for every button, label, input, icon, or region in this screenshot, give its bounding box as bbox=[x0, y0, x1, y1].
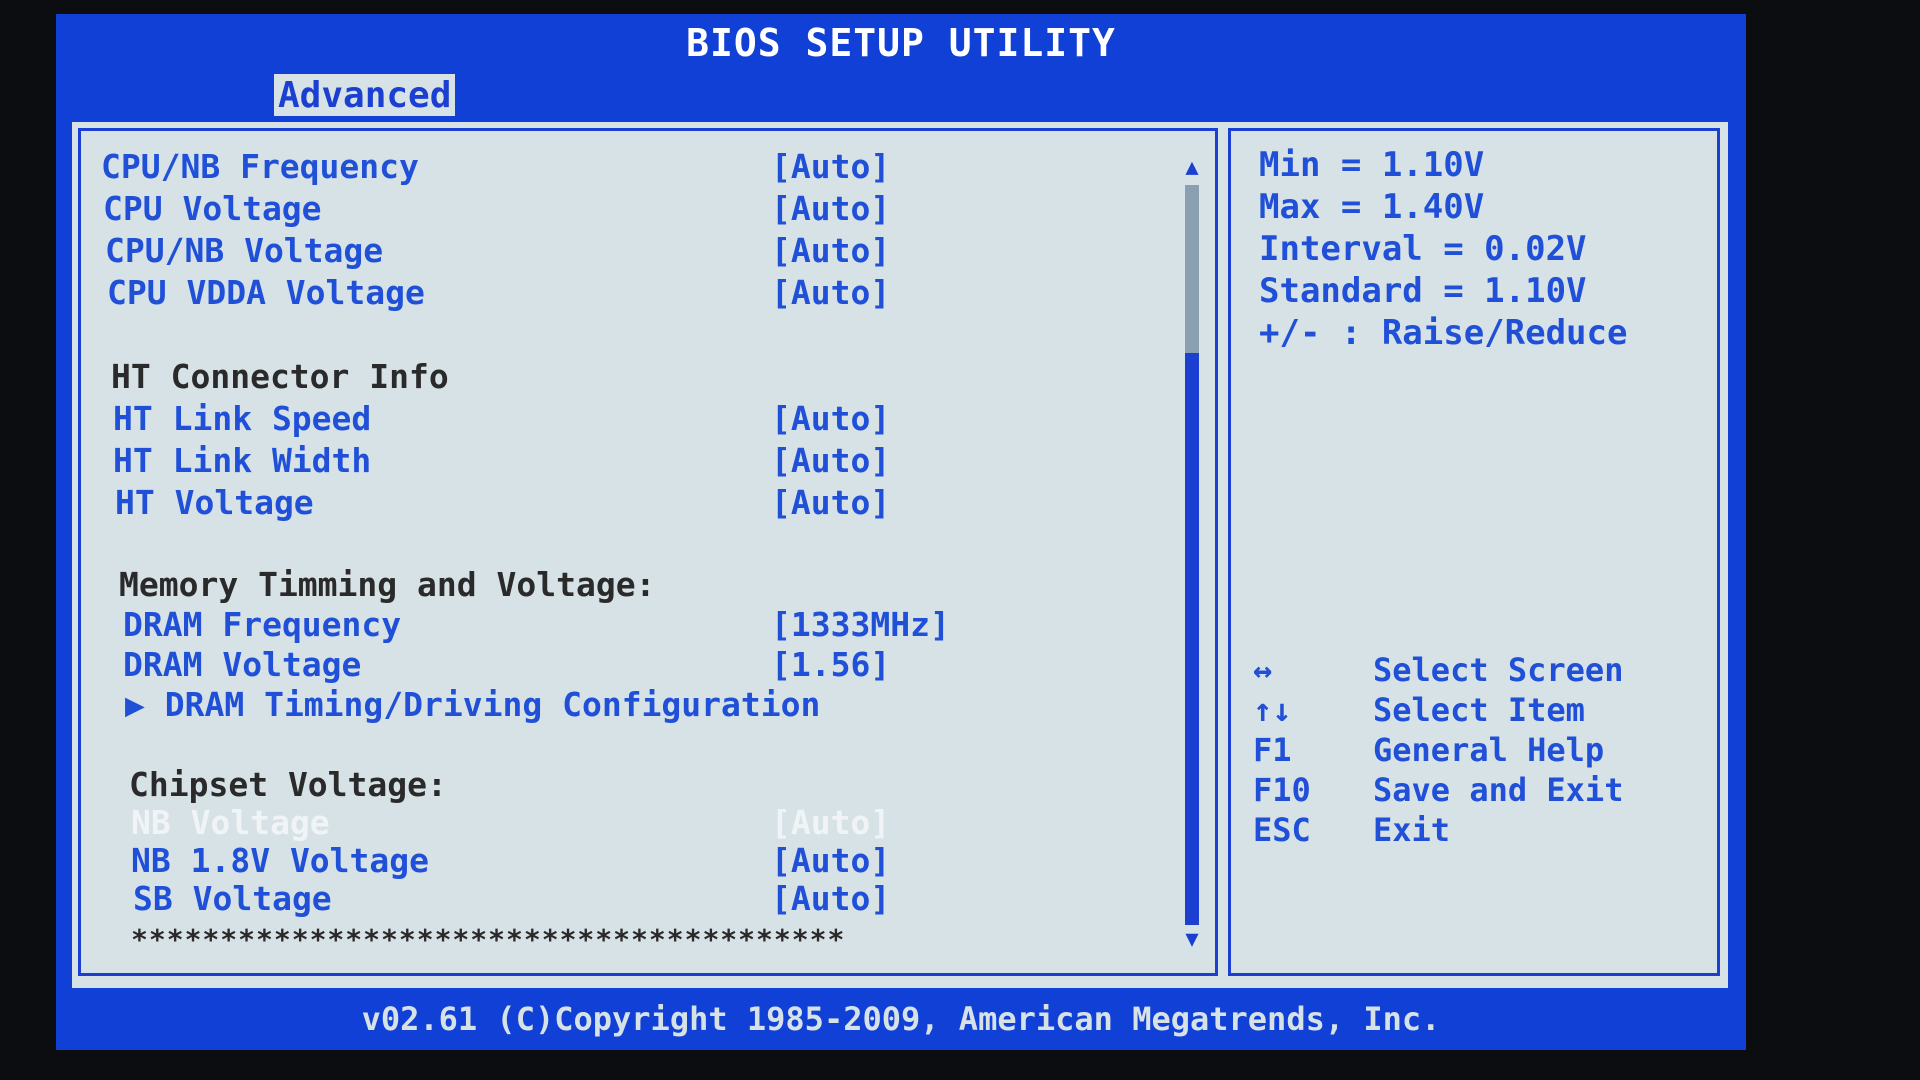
key-legend-exit: ESC Exit bbox=[1253, 811, 1713, 851]
scrollbar[interactable]: ▲ ▼ bbox=[1181, 155, 1203, 955]
setting-value[interactable]: [Auto] bbox=[771, 231, 890, 270]
setting-value[interactable]: [Auto] bbox=[771, 483, 890, 522]
settings-panel: CPU/NB Frequency [Auto] CPU Voltage [Aut… bbox=[78, 128, 1218, 976]
help-standard: Standard = 1.10V bbox=[1259, 271, 1587, 311]
help-max: Max = 1.40V bbox=[1259, 187, 1485, 227]
setting-ht-voltage[interactable]: HT Voltage [Auto] bbox=[81, 483, 1215, 523]
setting-dram-frequency[interactable]: DRAM Frequency [1333MHz] bbox=[81, 605, 1215, 645]
setting-label: HT Voltage bbox=[115, 483, 314, 522]
key-description: Save and Exit bbox=[1373, 771, 1624, 809]
setting-value[interactable]: [1.56] bbox=[771, 645, 890, 684]
section-title: HT Connector Info bbox=[111, 357, 449, 396]
help-min: Min = 1.10V bbox=[1259, 145, 1485, 185]
copyright-footer: v02.61 (C)Copyright 1985-2009, American … bbox=[361, 1000, 1441, 1038]
section-header-memory: Memory Timming and Voltage: bbox=[81, 565, 1215, 605]
content-area: CPU/NB Frequency [Auto] CPU Voltage [Aut… bbox=[72, 122, 1728, 988]
key-description: General Help bbox=[1373, 731, 1605, 769]
setting-label: CPU VDDA Voltage bbox=[107, 273, 425, 312]
scroll-thumb[interactable] bbox=[1185, 185, 1199, 353]
section-header-ht: HT Connector Info bbox=[81, 357, 1215, 397]
key-name: F1 bbox=[1253, 731, 1292, 769]
setting-label: NB Voltage bbox=[131, 803, 330, 842]
key-legend-select-screen: ↔ Select Screen bbox=[1253, 651, 1713, 691]
key-name: F10 bbox=[1253, 771, 1311, 809]
key-name: ESC bbox=[1253, 811, 1311, 849]
setting-label: HT Link Width bbox=[113, 441, 372, 480]
tab-bar: Advanced bbox=[56, 72, 1746, 118]
setting-label: NB 1.8V Voltage bbox=[131, 841, 430, 880]
key-description: Select Item bbox=[1373, 691, 1585, 729]
setting-label: CPU Voltage bbox=[103, 189, 322, 228]
setting-label: DRAM Frequency bbox=[123, 605, 402, 644]
help-raise-reduce: +/- : Raise/Reduce bbox=[1259, 313, 1628, 353]
setting-value[interactable]: [1333MHz] bbox=[771, 605, 950, 644]
setting-label: SB Voltage bbox=[133, 879, 332, 918]
help-interval: Interval = 0.02V bbox=[1259, 229, 1587, 269]
setting-value[interactable]: [Auto] bbox=[771, 273, 890, 312]
left-right-arrow-icon: ↔ bbox=[1253, 651, 1273, 689]
setting-sb-voltage[interactable]: SB Voltage [Auto] bbox=[81, 879, 1215, 919]
setting-value[interactable]: [Auto] bbox=[771, 879, 890, 918]
key-description: Select Screen bbox=[1373, 651, 1624, 689]
setting-label: DRAM Voltage bbox=[123, 645, 362, 684]
setting-cpu-voltage[interactable]: CPU Voltage [Auto] bbox=[81, 189, 1215, 229]
setting-nb-1-8v-voltage[interactable]: NB 1.8V Voltage [Auto] bbox=[81, 841, 1215, 881]
setting-cpu-vdda-voltage[interactable]: CPU VDDA Voltage [Auto] bbox=[81, 273, 1215, 313]
setting-value[interactable]: [Auto] bbox=[771, 147, 890, 186]
setting-cpu-nb-voltage[interactable]: CPU/NB Voltage [Auto] bbox=[81, 231, 1215, 271]
key-legend-save-exit: F10 Save and Exit bbox=[1253, 771, 1713, 811]
bios-title: BIOS SETUP UTILITY bbox=[686, 21, 1116, 65]
tab-advanced[interactable]: Advanced bbox=[274, 74, 456, 116]
key-legend-general-help: F1 General Help bbox=[1253, 731, 1713, 771]
up-down-arrow-icon: ↑↓ bbox=[1253, 691, 1292, 729]
section-header-chipset: Chipset Voltage: bbox=[81, 765, 1215, 805]
separator-line: **************************************** bbox=[131, 923, 846, 956]
key-description: Exit bbox=[1373, 811, 1451, 849]
setting-value[interactable]: [Auto] bbox=[771, 399, 890, 438]
scroll-track[interactable] bbox=[1185, 185, 1199, 925]
setting-value[interactable]: [Auto] bbox=[771, 441, 890, 480]
scroll-down-arrow-icon[interactable]: ▼ bbox=[1181, 927, 1203, 952]
setting-ht-link-speed[interactable]: HT Link Speed [Auto] bbox=[81, 399, 1215, 439]
bios-screen: BIOS SETUP UTILITY Advanced CPU/NB Frequ… bbox=[56, 14, 1746, 1050]
submenu-dram-timing[interactable]: ▶ DRAM Timing/Driving Configuration bbox=[81, 685, 1215, 725]
section-title: Chipset Voltage: bbox=[129, 765, 447, 804]
setting-label: CPU/NB Frequency bbox=[101, 147, 419, 186]
setting-label: HT Link Speed bbox=[113, 399, 372, 438]
submenu-label: ▶ DRAM Timing/Driving Configuration bbox=[125, 685, 821, 724]
scroll-up-arrow-icon[interactable]: ▲ bbox=[1181, 155, 1203, 180]
setting-value[interactable]: [Auto] bbox=[771, 841, 890, 880]
setting-value[interactable]: [Auto] bbox=[771, 189, 890, 228]
setting-label: CPU/NB Voltage bbox=[105, 231, 384, 270]
setting-ht-link-width[interactable]: HT Link Width [Auto] bbox=[81, 441, 1215, 481]
section-title: Memory Timming and Voltage: bbox=[119, 565, 656, 604]
setting-nb-voltage[interactable]: NB Voltage [Auto] bbox=[81, 803, 1215, 843]
key-legend-select-item: ↑↓ Select Item bbox=[1253, 691, 1713, 731]
setting-dram-voltage[interactable]: DRAM Voltage [1.56] bbox=[81, 645, 1215, 685]
setting-value[interactable]: [Auto] bbox=[771, 803, 890, 842]
setting-cpu-nb-frequency[interactable]: CPU/NB Frequency [Auto] bbox=[81, 147, 1215, 187]
help-panel: Min = 1.10V Max = 1.40V Interval = 0.02V… bbox=[1228, 128, 1720, 976]
